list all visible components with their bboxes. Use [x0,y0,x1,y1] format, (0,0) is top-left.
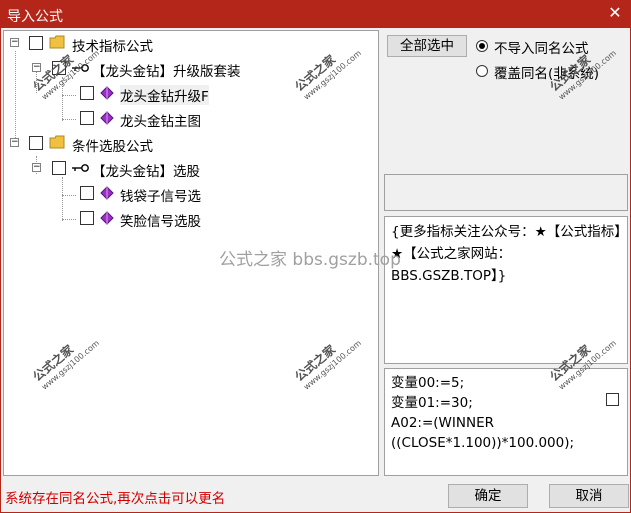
gem-icon [100,111,114,125]
tree-node-money-bag[interactable]: 钱袋子信号选 [4,183,374,205]
tree-node-stock-selection[interactable]: − 条件选股公式 [4,133,374,155]
radio-dot[interactable] [476,65,488,77]
description-text: {更多指标关注公众号：★【公式指标】★【公式之家网站：BBS.GSZB.TOP】… [391,224,621,284]
center-watermark: 公式之家 bbs.gszb.top [219,250,401,270]
tree-node-smiley[interactable]: 笑脸信号选股 [4,208,374,230]
folder-icon [49,135,65,149]
ok-button[interactable]: 确定 [448,484,528,508]
select-all-button[interactable]: 全部选中 [387,35,467,57]
import-formula-dialog: 导入公式 ✕ − 技术指标公式 − 【龙头金钻】升级版套装 龙头金钻升级F 龙头… [0,0,631,513]
node-checkbox[interactable] [29,36,43,50]
node-checkbox[interactable] [52,161,66,175]
node-label: 龙头金钻升级F [120,85,209,105]
node-checkbox[interactable] [29,136,43,150]
node-checkbox[interactable] [80,211,94,225]
gem-icon [100,211,114,225]
tree-node-technical-indicators[interactable]: − 技术指标公式 [4,33,374,55]
radio-label: 不导入同名公式 [494,41,589,57]
collapse-toggle[interactable]: − [10,138,19,147]
cancel-button[interactable]: 取消 [549,484,629,508]
title-bar[interactable]: 导入公式 ✕ [1,1,630,28]
collapse-toggle[interactable]: − [10,38,19,47]
collapse-toggle[interactable]: − [32,63,41,72]
tree-node-selection-set[interactable]: − 【龙头金钻】选股 [4,158,374,180]
node-label: 笑脸信号选股 [120,214,201,230]
close-icon[interactable]: ✕ [606,4,624,22]
code-line: ((CLOSE*1.100))*100.000); [391,435,575,451]
folder-icon [49,35,65,49]
radio-dot[interactable] [476,40,488,52]
node-label: 条件选股公式 [72,139,153,155]
collapse-toggle[interactable]: − [32,163,41,172]
node-label: 钱袋子信号选 [120,189,201,205]
window-title: 导入公式 [7,9,63,25]
gem-icon [100,186,114,200]
status-message: 系统存在同名公式,再次点击可以更名 [5,491,226,507]
node-checkbox[interactable] [80,186,94,200]
key-icon [72,164,89,172]
node-label: 【龙头金钻】选股 [92,164,200,180]
node-label: 龙头金钻主图 [120,114,201,130]
info-field [384,174,628,211]
